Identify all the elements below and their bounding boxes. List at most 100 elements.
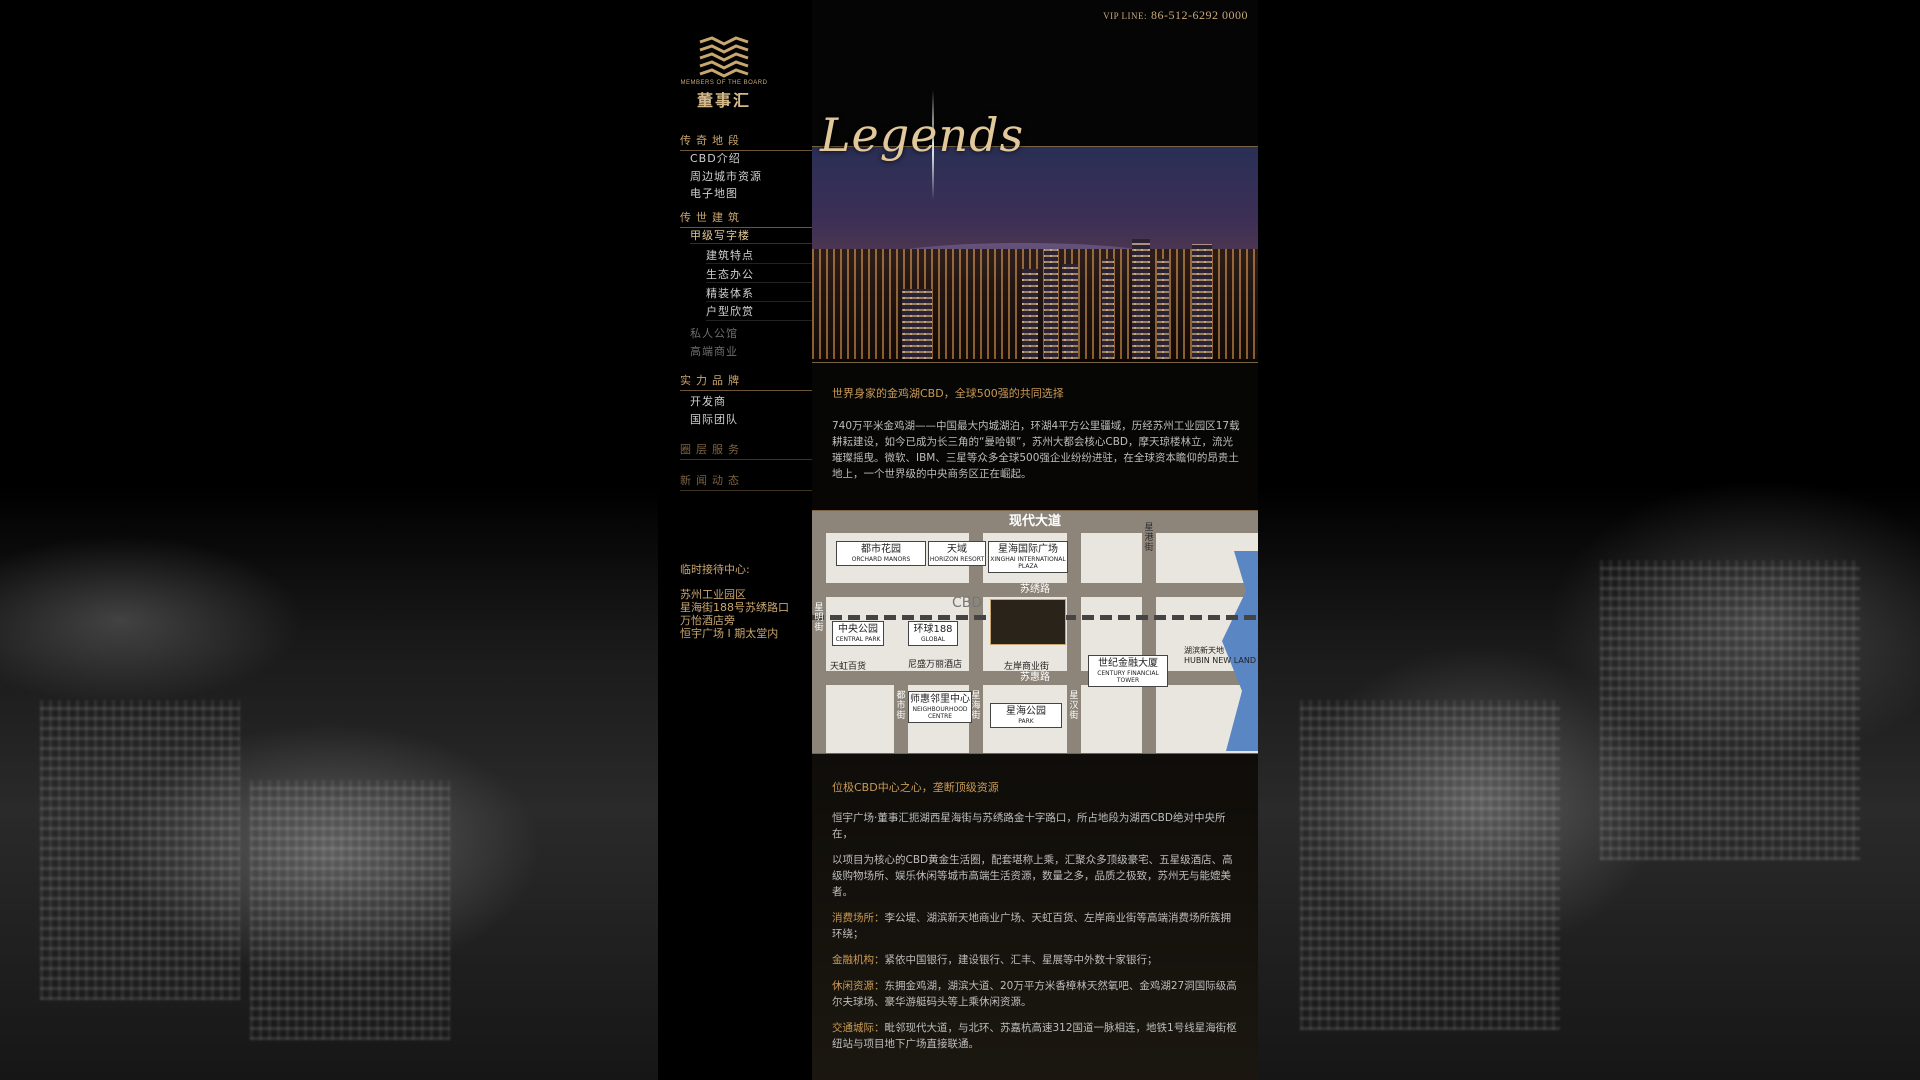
map-label-duyun: 都市街 xyxy=(896,691,906,721)
vip-number: 86-512-6292 0000 xyxy=(1151,8,1248,22)
blurred-building xyxy=(1600,560,1860,860)
blurred-building xyxy=(250,780,450,1040)
map-road-xingming xyxy=(812,533,826,753)
divider xyxy=(706,320,812,321)
section1-heading: 世界身家的金鸡湖CBD，全球500强的共同选择 xyxy=(832,387,1064,400)
section2-p3: 消费场所：李公堤、湖滨新天地商业广场、天虹百货、左岸商业街等高端消费场所簇拥环绕… xyxy=(832,910,1240,942)
section2-heading: 位极CBD中心之心，垄断顶级资源 xyxy=(832,781,999,794)
reception-line: 苏州工业园区 xyxy=(680,588,746,601)
logo-name: 董事汇 xyxy=(696,91,751,110)
map-tianhong: 天虹百货 xyxy=(830,662,867,672)
map-neighbourhood-centre: 师惠邻里中心 NEIGHBOURHOOD CENTRE xyxy=(908,691,972,723)
map-label-xinghan: 星汉街 xyxy=(1069,691,1079,721)
p6-text: 毗邻现代大道，与北环、苏嘉杭高速312国道一脉相连，地铁1号线星海街枢纽站与项目… xyxy=(832,1022,1237,1050)
map-road-suxiu: 苏绣路 xyxy=(812,583,1258,597)
map-nisheng-hotel: 尼盛万丽酒店 xyxy=(908,660,963,670)
xinghai-plaza-en: XINGHAI INTERNATIONAL PLAZA xyxy=(990,556,1066,570)
main-content: VIP LINE: 86-512-6292 0000 Legends 世界身家的金… xyxy=(812,0,1258,1080)
nav-section-services[interactable]: 圈层服务 xyxy=(680,441,812,460)
hubin-en: HUBIN NEW LAND xyxy=(1184,656,1256,665)
nav-section-news[interactable]: 新闻动态 xyxy=(680,472,812,491)
section2-p4: 金融机构：紧依中国银行，建设银行、汇丰、星展等中外数十家银行； xyxy=(832,952,1240,968)
p5-text: 东拥金鸡湖，湖滨大道、20万平方米香樟林天然氧吧、金鸡湖27洞国际级高尔夫球场、… xyxy=(832,980,1237,1008)
map-global-188: 环球188 GLOBAL xyxy=(908,621,958,646)
tower-shape xyxy=(1022,269,1038,359)
section2-p1: 恒宇广场·董事汇扼湖西星海街与苏绣路金十字路口，所占地段为湖西CBD绝对中央所在… xyxy=(832,812,1226,840)
horizon-en: HORIZON RESORT xyxy=(929,556,985,563)
p6-key: 交通城际： xyxy=(832,1022,885,1034)
map-orchard-manors: 都市花园 ORCHARD MANORS xyxy=(836,541,926,566)
p3-key: 消费场所： xyxy=(832,912,885,924)
nav-subitem-finishing[interactable]: 精装体系 xyxy=(706,285,754,301)
nav-item-city-resources[interactable]: 周边城市资源 xyxy=(690,168,762,184)
map-xinghai-plaza: 星海国际广场 XINGHAI INTERNATIONAL PLAZA xyxy=(988,541,1068,573)
nav-item-intl-team[interactable]: 国际团队 xyxy=(690,411,738,427)
section2-p2: 以项目为核心的CBD黄金生活圈，配套堪称上乘，汇聚众多顶级豪宅、五星级酒店、高级… xyxy=(832,854,1233,898)
tower-shape xyxy=(1132,239,1150,359)
map-road-xiandai: 现代大道 xyxy=(812,511,1258,533)
location-map[interactable]: 现代大道 苏绣路 苏惠路 CBD 星港街 星明街 都市街 星海街 星汉街 都市花… xyxy=(812,510,1258,754)
nav-item-premium-retail[interactable]: 高端商业 xyxy=(690,343,738,359)
century-en: CENTURY FINANCIAL TOWER xyxy=(1097,670,1159,684)
map-xinghai-park: 星海公园 PARK xyxy=(990,703,1062,728)
nav-item-grade-a-office[interactable]: 甲级写字楼 xyxy=(690,227,812,244)
p4-text: 紧依中国银行，建设银行、汇丰、星展等中外数十家银行； xyxy=(884,954,1158,966)
reception-line: 星海街188号苏绣路口 xyxy=(680,601,789,614)
tower-shape xyxy=(1192,244,1212,359)
tower-shape xyxy=(1044,249,1058,359)
section1-body: 740万平米金鸡湖——中国最大内城湖泊，环湖4平方公里疆域，历经苏州工业园区17… xyxy=(832,420,1240,480)
reception-line: 恒宇广场 I 期太堂内 xyxy=(680,627,779,640)
orchard-label: 都市花园 xyxy=(861,544,901,555)
reception-line: 万怡酒店旁 xyxy=(680,614,735,627)
map-road-suhui: 苏惠路 xyxy=(812,671,1258,685)
divider xyxy=(706,263,812,264)
nav-section-brand[interactable]: 实力品牌 xyxy=(680,372,812,391)
nav-subitem-eco-office[interactable]: 生态办公 xyxy=(706,266,754,282)
nav-subitem-floor-plans[interactable]: 户型欣赏 xyxy=(706,303,754,319)
sidebar: MEMBERS OF THE BOARD 董事汇 传奇地段 CBD介绍 周边城市… xyxy=(658,0,812,1080)
divider xyxy=(812,362,1258,363)
tower-shape xyxy=(1157,259,1169,359)
nav-item-developer[interactable]: 开发商 xyxy=(690,393,726,409)
nav-subitem-features[interactable]: 建筑特点 xyxy=(706,247,754,263)
map-century-tower: 世纪金融大厦 CENTURY FINANCIAL TOWER xyxy=(1088,655,1168,687)
nav-section-architecture[interactable]: 传世建筑 xyxy=(680,209,812,228)
century-label: 世纪金融大厦 xyxy=(1098,658,1158,669)
blurred-building xyxy=(40,700,240,1000)
section2-p5: 休闲资源：东拥金鸡湖，湖滨大道、20万平方米香樟林天然氧吧、金鸡湖27洞国际级高… xyxy=(832,978,1240,1010)
section2-p6: 交通城际：毗邻现代大道，与北环、苏嘉杭高速312国道一脉相连，地铁1号线星海街枢… xyxy=(832,1020,1240,1052)
divider xyxy=(706,301,812,302)
map-label-xingming: 星明街 xyxy=(814,603,824,633)
park-label: 星海公园 xyxy=(1006,706,1046,717)
orchard-en: ORCHARD MANORS xyxy=(851,556,911,563)
horizon-label: 天域 xyxy=(947,544,967,555)
hubin-label: 湖滨新天地 xyxy=(1184,646,1224,655)
neighbourhood-en: NEIGHBOURHOOD CENTRE xyxy=(912,706,968,720)
logo-chevron-icon xyxy=(699,36,749,78)
neighbourhood-prefix: 师惠 xyxy=(910,694,930,705)
map-hubin: 湖滨新天地 HUBIN NEW LAND xyxy=(1184,645,1256,665)
nav-section-legendary-location[interactable]: 传奇地段 xyxy=(680,132,812,151)
logo[interactable]: MEMBERS OF THE BOARD 董事汇 xyxy=(680,36,768,111)
page-container: MEMBERS OF THE BOARD 董事汇 传奇地段 CBD介绍 周边城市… xyxy=(658,0,1258,1080)
p5-key: 休闲资源： xyxy=(832,980,885,992)
nav-item-cbd-intro[interactable]: CBD介绍 xyxy=(690,150,741,166)
divider xyxy=(706,282,812,283)
map-zuoan: 左岸商业街 xyxy=(1004,662,1050,672)
map-project-marker[interactable] xyxy=(990,599,1066,645)
tower-shape xyxy=(1102,259,1114,359)
hero-title: Legends xyxy=(820,108,1025,162)
blurred-building xyxy=(1300,700,1560,1030)
global-en: GLOBAL xyxy=(920,636,946,643)
tower-shape xyxy=(1062,264,1078,359)
p3-text: 李公堤、湖滨新天地商业广场、天虹百货、左岸商业街等高端消费场所簇拥环绕； xyxy=(832,912,1231,940)
vip-line: VIP LINE: 86-512-6292 0000 xyxy=(1103,8,1248,23)
neighbourhood-label: 邻里中心 xyxy=(930,694,970,705)
central-park-en: CENTRAL PARK xyxy=(835,636,881,643)
nav-item-private-residence[interactable]: 私人公馆 xyxy=(690,325,738,341)
map-label-xinggang: 星港街 xyxy=(1144,523,1154,553)
global-label: 环球188 xyxy=(913,624,953,635)
reception-center: 临时接待中心: 苏州工业园区 星海街188号苏绣路口 万怡酒店旁 恒宇广场 I … xyxy=(680,563,789,640)
reception-title: 临时接待中心: xyxy=(680,563,750,576)
nav-item-e-map[interactable]: 电子地图 xyxy=(690,185,738,201)
